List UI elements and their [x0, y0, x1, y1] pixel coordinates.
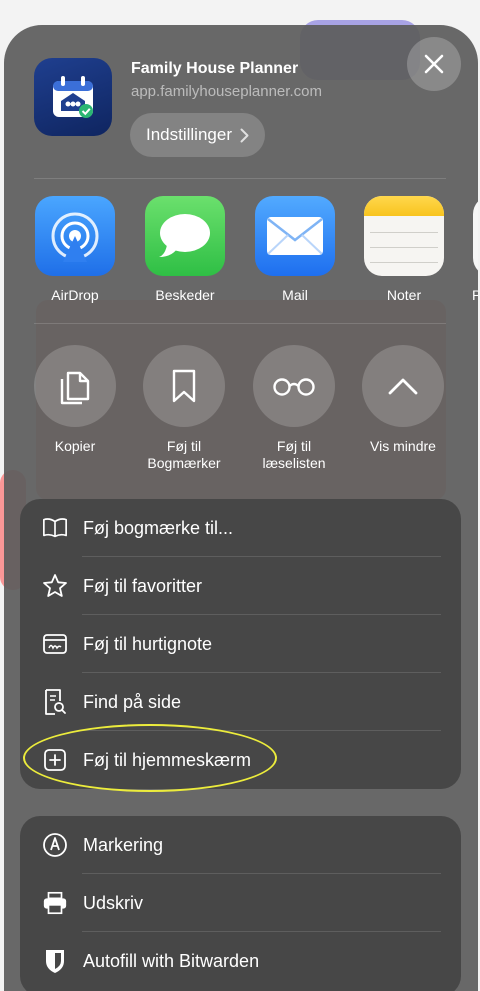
menu-item-add-bookmark-to[interactable]: Føj bogmærke til... — [20, 499, 461, 557]
menu-item-print[interactable]: Udskriv — [20, 874, 461, 932]
action-label: Kopier — [54, 438, 96, 454]
share-sheet: Family House Planner app.familyhouseplan… — [4, 25, 478, 991]
menu-item-label: Føj til hurtignote — [83, 633, 213, 654]
quick-note-icon — [42, 631, 68, 657]
menu-item-add-to-home-screen[interactable]: Føj til hjemmeskærm — [20, 731, 461, 789]
messages-icon — [145, 196, 225, 276]
menu-group-page-actions: Føj bogmærke til... Føj til favoritter F… — [20, 499, 461, 789]
mail-icon — [255, 196, 335, 276]
notes-icon — [364, 196, 444, 276]
airdrop-icon — [35, 196, 115, 276]
find-on-page-icon — [42, 689, 68, 715]
app-url: app.familyhouseplanner.com — [131, 83, 322, 100]
action-label: Vis mindre — [370, 438, 436, 454]
action-show-less[interactable]: Vis mindre — [348, 345, 458, 455]
divider — [34, 178, 446, 179]
share-app-label: Noter — [386, 287, 422, 303]
menu-item-label: Markering — [83, 834, 164, 855]
share-app-notes[interactable]: Noter — [363, 196, 445, 303]
share-app-label: P — [472, 287, 478, 303]
menu-item-label: Udskriv — [83, 892, 144, 913]
add-square-icon — [42, 747, 68, 773]
share-app-messages[interactable]: Beskeder — [144, 196, 226, 303]
share-app-label: Beskeder — [155, 287, 215, 303]
app-title: Family House Planner — [131, 60, 299, 77]
menu-item-label: Føj til hjemmeskærm — [83, 749, 252, 770]
share-app-label: AirDrop — [51, 287, 99, 303]
share-app-mail[interactable]: Mail — [254, 196, 336, 303]
shield-icon — [42, 948, 68, 974]
settings-label: Indstillinger — [146, 125, 232, 144]
share-app-airdrop[interactable]: AirDrop — [34, 196, 116, 303]
partial-app-icon — [473, 196, 478, 276]
bookmark-icon — [143, 345, 225, 427]
menu-group-tools: Markering Udskriv Autofill with Bitwarde… — [20, 816, 461, 991]
action-label: Føj til Bogmærker — [147, 438, 221, 471]
markup-pen-icon — [42, 832, 68, 858]
close-icon — [424, 54, 444, 74]
open-book-icon — [42, 515, 68, 541]
menu-item-label: Autofill with Bitwarden — [83, 950, 260, 971]
menu-item-find-on-page[interactable]: Find på side — [20, 673, 461, 731]
action-label: Føj til læselisten — [262, 438, 326, 471]
settings-button[interactable]: Indstillinger — [130, 113, 265, 157]
menu-item-label: Find på side — [83, 691, 182, 712]
chevron-up-icon — [362, 345, 444, 427]
menu-item-add-quick-note[interactable]: Føj til hurtignote — [20, 615, 461, 673]
menu-item-label: Føj bogmærke til... — [83, 517, 234, 538]
action-copy[interactable]: Kopier — [20, 345, 130, 455]
copy-icon — [34, 345, 116, 427]
menu-item-add-favorites[interactable]: Føj til favoritter — [20, 557, 461, 615]
printer-icon — [42, 890, 68, 916]
close-button[interactable] — [407, 37, 461, 91]
action-add-bookmark[interactable]: Føj til Bogmærker — [129, 345, 239, 472]
divider — [34, 323, 446, 324]
star-icon — [42, 573, 68, 599]
share-app-partial[interactable]: P — [472, 196, 478, 303]
share-app-label: Mail — [282, 287, 308, 303]
menu-item-autofill-bitwarden[interactable]: Autofill with Bitwarden — [20, 932, 461, 990]
menu-item-label: Føj til favoritter — [83, 575, 203, 596]
app-icon — [34, 58, 112, 136]
chevron-right-icon — [240, 128, 249, 142]
reading-glasses-icon — [253, 345, 335, 427]
action-add-reading-list[interactable]: Føj til læselisten — [239, 345, 349, 472]
menu-item-markup[interactable]: Markering — [20, 816, 461, 874]
